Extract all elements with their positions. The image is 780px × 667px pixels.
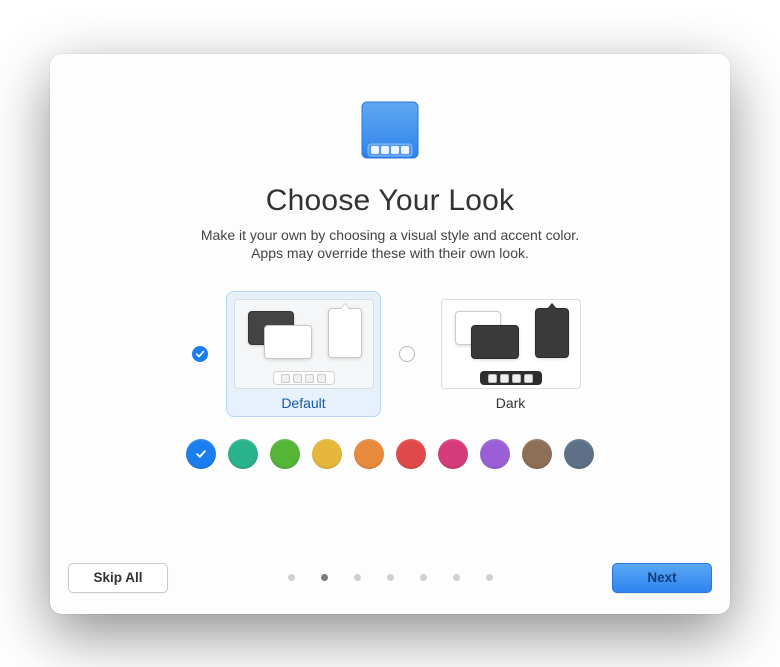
accent-color-green[interactable] bbox=[270, 439, 300, 469]
style-radio-dark[interactable] bbox=[399, 346, 415, 362]
style-option-label: Dark bbox=[496, 395, 526, 411]
preview-window-front bbox=[264, 325, 312, 359]
accent-color-slate[interactable] bbox=[564, 439, 594, 469]
accent-color-brown[interactable] bbox=[522, 439, 552, 469]
accent-color-yellow[interactable] bbox=[312, 439, 342, 469]
appearance-header-icon bbox=[352, 94, 428, 170]
accent-color-pink[interactable] bbox=[438, 439, 468, 469]
preview-window-front bbox=[471, 325, 519, 359]
progress-dot bbox=[486, 574, 493, 581]
check-icon bbox=[195, 349, 205, 359]
style-preview-dark bbox=[441, 299, 581, 389]
setup-window: Choose Your Look Make it your own by cho… bbox=[50, 54, 730, 614]
style-option-dark[interactable]: Dark bbox=[433, 291, 588, 417]
progress-dot bbox=[288, 574, 295, 581]
progress-dot bbox=[354, 574, 361, 581]
accent-color-row bbox=[186, 439, 594, 469]
progress-dot bbox=[321, 574, 328, 581]
accent-color-purple[interactable] bbox=[480, 439, 510, 469]
style-options: Default Dark bbox=[192, 291, 588, 417]
style-option-label: Default bbox=[281, 395, 325, 411]
preview-dock bbox=[480, 371, 542, 385]
footer: Skip All Next bbox=[50, 556, 730, 614]
progress-dot bbox=[387, 574, 394, 581]
skip-all-label: Skip All bbox=[93, 570, 142, 585]
progress-dot bbox=[453, 574, 460, 581]
style-radio-default[interactable] bbox=[192, 346, 208, 362]
accent-color-red[interactable] bbox=[396, 439, 426, 469]
next-label: Next bbox=[647, 570, 676, 585]
preview-panel bbox=[328, 308, 362, 358]
page-title: Choose Your Look bbox=[266, 184, 514, 218]
page-subtitle: Make it your own by choosing a visual st… bbox=[201, 226, 579, 264]
check-icon bbox=[195, 448, 207, 460]
progress-indicator bbox=[178, 574, 602, 581]
accent-color-blue[interactable] bbox=[186, 439, 216, 469]
style-preview-default bbox=[234, 299, 374, 389]
preview-panel bbox=[535, 308, 569, 358]
style-option-default[interactable]: Default bbox=[226, 291, 381, 417]
skip-all-button[interactable]: Skip All bbox=[68, 563, 168, 593]
accent-color-teal[interactable] bbox=[228, 439, 258, 469]
accent-color-orange[interactable] bbox=[354, 439, 384, 469]
content-area: Choose Your Look Make it your own by cho… bbox=[50, 54, 730, 556]
progress-dot bbox=[420, 574, 427, 581]
next-button[interactable]: Next bbox=[612, 563, 712, 593]
preview-dock bbox=[273, 371, 335, 385]
